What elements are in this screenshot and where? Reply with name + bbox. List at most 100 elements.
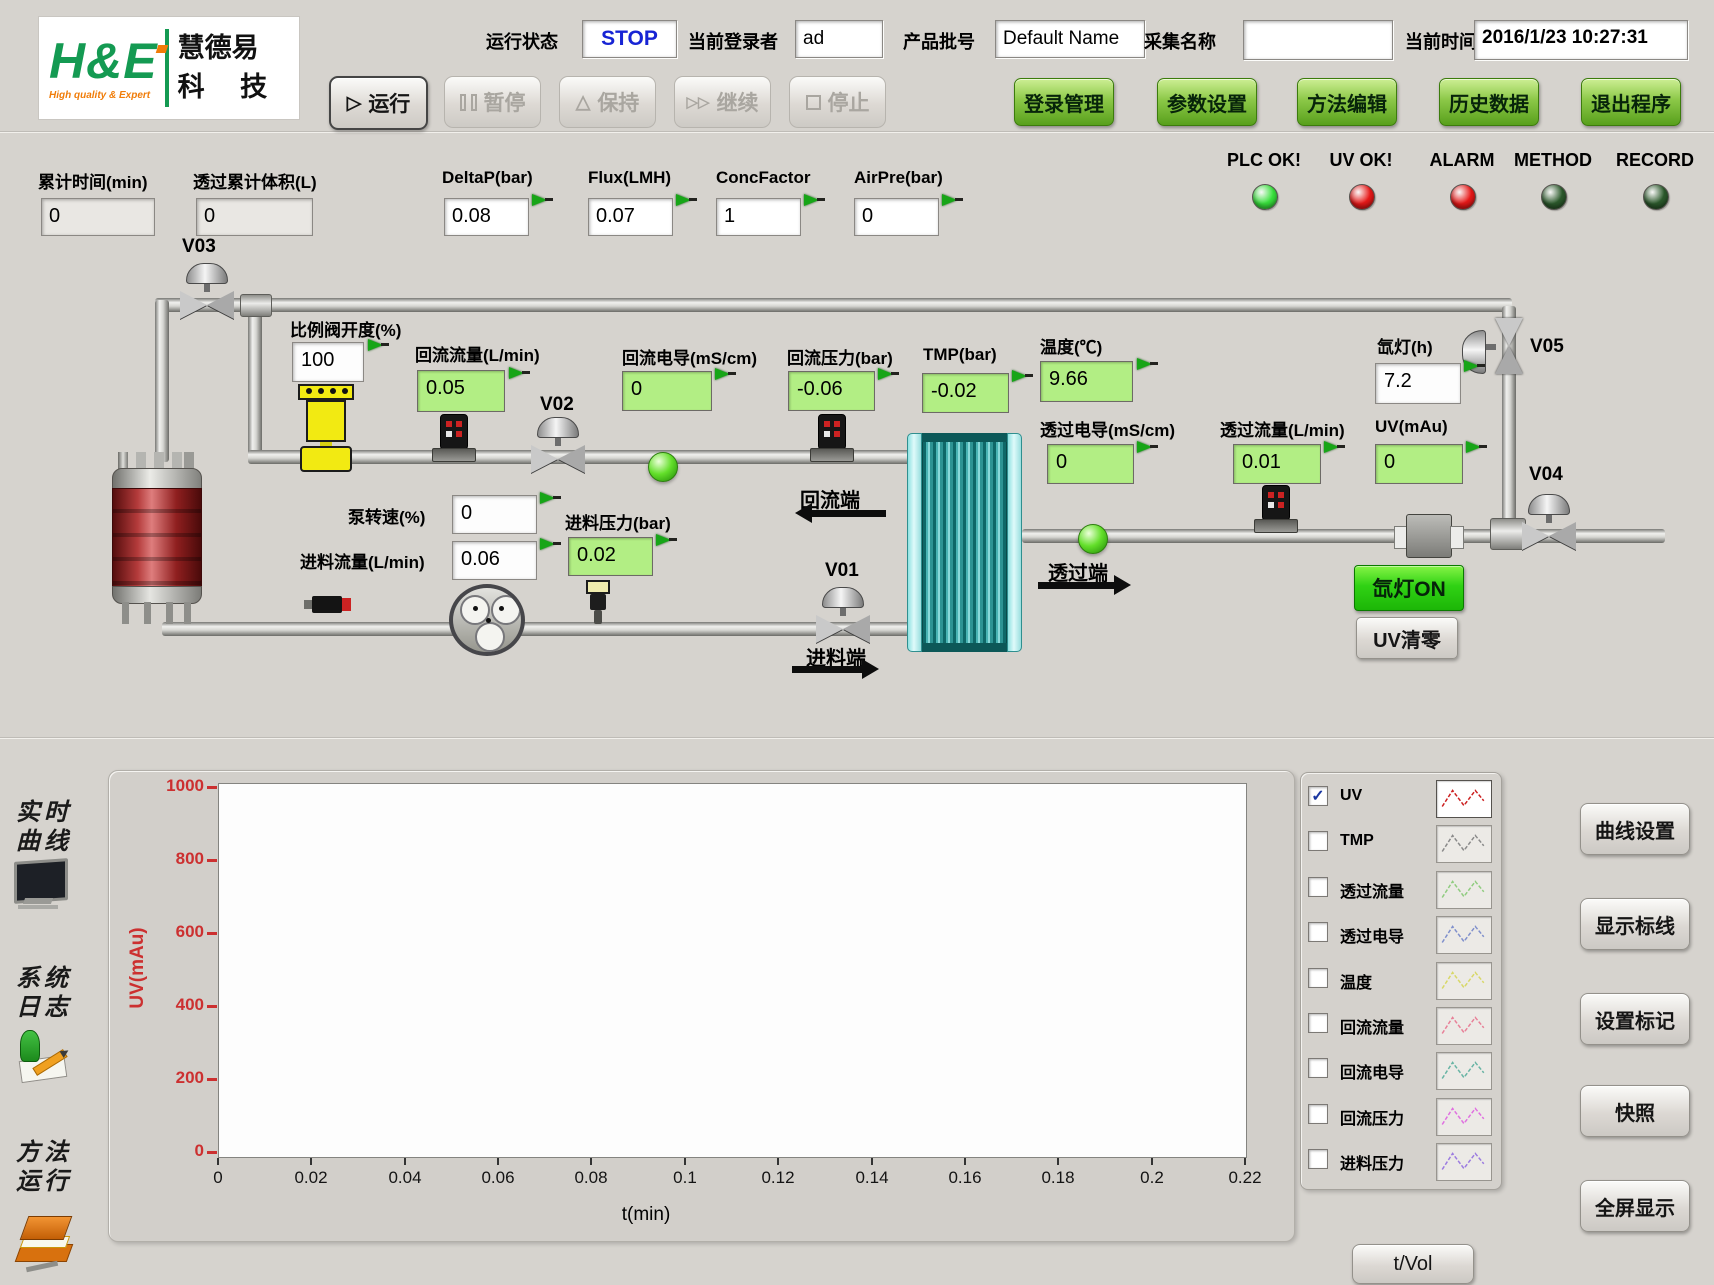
feed-flow-value[interactable]: 0.06 bbox=[452, 541, 537, 580]
flux-label: Flux(LMH) bbox=[588, 168, 671, 188]
flag-icon bbox=[368, 339, 390, 353]
xenon-lamp-hours-label: 氙灯(h) bbox=[1377, 333, 1433, 358]
pump-lobe bbox=[491, 595, 521, 625]
x-tick-label: 0.08 bbox=[556, 1168, 626, 1188]
flag-icon bbox=[1464, 360, 1486, 374]
sidebar-item-realtime-curve[interactable]: 实时曲线 bbox=[16, 798, 72, 856]
current-user-input[interactable] bbox=[795, 20, 883, 58]
y-tick-mark bbox=[207, 1005, 217, 1008]
membrane-cap-left bbox=[907, 433, 922, 652]
xenon-lamp-hours-value[interactable]: 7.2 bbox=[1375, 363, 1461, 404]
valve-v01[interactable] bbox=[813, 587, 873, 643]
permeate-flow-value: 0.01 bbox=[1233, 444, 1321, 484]
prop-valve-body bbox=[306, 400, 346, 442]
x-tick-mark bbox=[1244, 1158, 1246, 1165]
concfactor-value[interactable]: 1 bbox=[716, 198, 801, 236]
valve-dome bbox=[186, 263, 228, 284]
legend-checkbox-reflux-conductivity[interactable] bbox=[1308, 1058, 1328, 1078]
valve-body bbox=[180, 291, 207, 319]
reflux-flow-sensor-icon bbox=[440, 414, 468, 450]
legend-checkbox-temperature[interactable] bbox=[1308, 968, 1328, 988]
valve-v05-label: V05 bbox=[1530, 336, 1564, 358]
pump-speed-value[interactable]: 0 bbox=[452, 495, 537, 534]
batch-input[interactable] bbox=[995, 20, 1145, 58]
legend-checkbox-reflux-flow[interactable] bbox=[1308, 1013, 1328, 1033]
pump-speed-label: 泵转速(%) bbox=[348, 503, 425, 528]
valve-v04[interactable] bbox=[1519, 494, 1579, 550]
snapshot-button[interactable]: 快照 bbox=[1580, 1085, 1690, 1137]
xenon-lamp-on-button[interactable]: 氙灯ON bbox=[1354, 565, 1464, 611]
method-edit-button[interactable]: 方法编辑 bbox=[1297, 78, 1397, 126]
legend-label-uv: UV bbox=[1340, 787, 1362, 805]
sidebar-label-line: 日志 bbox=[16, 993, 72, 1022]
flag-icon bbox=[878, 368, 900, 382]
y-tick-label: 1000 bbox=[140, 776, 204, 796]
deltap-value[interactable]: 0.08 bbox=[444, 198, 529, 236]
permeate-cumulative-volume-value: 0 bbox=[196, 198, 313, 236]
section-divider bbox=[0, 737, 1714, 739]
reflux-flow-value: 0.05 bbox=[417, 370, 505, 412]
parameter-settings-button[interactable]: 参数设置 bbox=[1157, 78, 1257, 126]
show-marker-line-button[interactable]: 显示标线 bbox=[1580, 898, 1690, 950]
resume-button[interactable]: ▷▷继续 bbox=[674, 76, 771, 128]
realtime-curve-icon bbox=[14, 860, 68, 912]
membrane-bottom-bar bbox=[922, 643, 1007, 652]
fullscreen-button[interactable]: 全屏显示 bbox=[1580, 1180, 1690, 1232]
feed-pressure-value: 0.02 bbox=[568, 537, 653, 576]
pump-lobe bbox=[475, 622, 505, 652]
membrane-body bbox=[922, 433, 1007, 652]
reflux-flow-label: 回流流量(L/min) bbox=[415, 341, 540, 366]
login-management-button[interactable]: 登录管理 bbox=[1014, 78, 1114, 126]
y-tick-label: 800 bbox=[140, 849, 204, 869]
led-indicator bbox=[1450, 184, 1476, 210]
legend-checkbox-reflux-pressure[interactable] bbox=[1308, 1104, 1328, 1124]
flag-icon bbox=[804, 194, 826, 208]
permeate-conductivity-value: 0 bbox=[1047, 444, 1134, 484]
play-button[interactable]: ▷运行 bbox=[329, 76, 428, 130]
airpre-value[interactable]: 0 bbox=[854, 198, 939, 236]
valve-v02[interactable] bbox=[528, 417, 588, 473]
acquisition-name-input[interactable] bbox=[1243, 20, 1393, 60]
prop-valve-opening-label: 比例阀开度(%) bbox=[290, 316, 401, 341]
tank-legs bbox=[122, 602, 129, 624]
legend-checkbox-uv[interactable]: ✓ bbox=[1308, 786, 1328, 806]
legend-checkbox-tmp[interactable] bbox=[1308, 831, 1328, 851]
permeate-cumulative-volume-label: 透过累计体积(L) bbox=[193, 168, 317, 193]
run-status-value: STOP bbox=[582, 20, 677, 58]
stop-button[interactable]: 停止 bbox=[789, 76, 886, 128]
sidebar-item-method-run[interactable]: 方法运行 bbox=[16, 1138, 72, 1196]
flux-value[interactable]: 0.07 bbox=[588, 198, 673, 236]
history-data-button[interactable]: 历史数据 bbox=[1439, 78, 1539, 126]
sidebar-item-system-log[interactable]: 系统日志 bbox=[16, 964, 72, 1022]
pause-button[interactable]: 暂停 bbox=[444, 76, 541, 128]
prop-valve-opening-value[interactable]: 100 bbox=[292, 342, 364, 382]
uv-absorbance-value: 0 bbox=[1375, 444, 1463, 484]
curve-settings-button[interactable]: 曲线设置 bbox=[1580, 803, 1690, 855]
legend-checkbox-feed-pressure[interactable] bbox=[1308, 1149, 1328, 1169]
membrane-top-bar bbox=[922, 433, 1007, 442]
y-tick-mark bbox=[207, 1078, 217, 1081]
x-tick-label: 0.18 bbox=[1023, 1168, 1093, 1188]
tank-top bbox=[112, 468, 202, 490]
legend-line-sample-reflux-flow bbox=[1436, 1007, 1492, 1045]
current-user-label: 当前登录者 bbox=[688, 28, 778, 54]
legend-checkbox-permeate-flow[interactable] bbox=[1308, 877, 1328, 897]
valve-v03[interactable] bbox=[177, 263, 237, 319]
hold-button[interactable]: △保持 bbox=[559, 76, 656, 128]
legend-checkbox-permeate-conductivity[interactable] bbox=[1308, 922, 1328, 942]
exit-program-button[interactable]: 退出程序 bbox=[1581, 78, 1681, 126]
pause-icon bbox=[460, 94, 477, 111]
permeate-flow-label: 透过流量(L/min) bbox=[1220, 416, 1345, 441]
t-vol-toggle-button[interactable]: t/Vol bbox=[1352, 1244, 1474, 1284]
flag-icon bbox=[509, 367, 531, 381]
pipe-left-vertical bbox=[155, 300, 169, 462]
set-marker-button[interactable]: 设置标记 bbox=[1580, 993, 1690, 1045]
cumulative-time-value: 0 bbox=[41, 198, 155, 236]
current-time-label: 当前时间 bbox=[1405, 28, 1477, 54]
plot-area[interactable] bbox=[218, 783, 1247, 1158]
reflux-pressure-label: 回流压力(bar) bbox=[787, 344, 893, 369]
x-tick-label: 0 bbox=[183, 1168, 253, 1188]
x-tick-label: 0.06 bbox=[463, 1168, 533, 1188]
uv-zero-button[interactable]: UV清零 bbox=[1356, 617, 1458, 659]
y-tick-mark bbox=[207, 1151, 217, 1154]
